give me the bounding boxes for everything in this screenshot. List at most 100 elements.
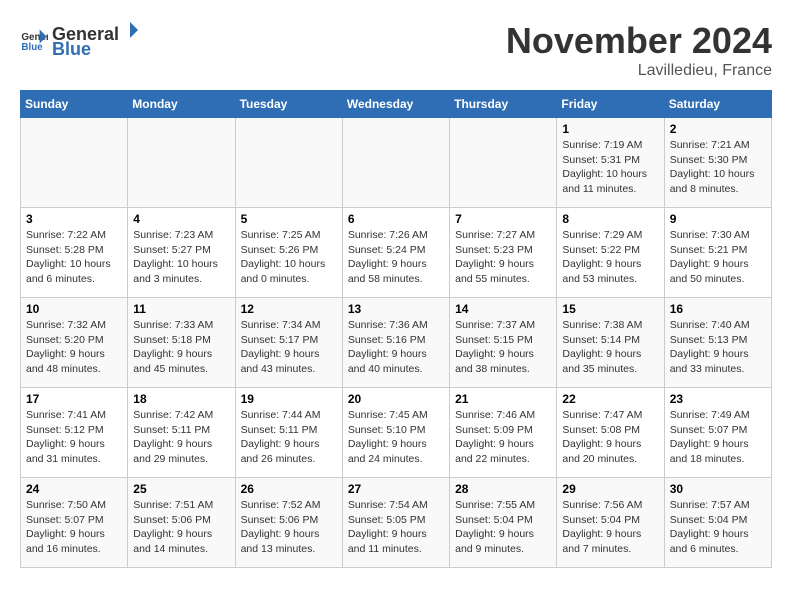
calendar-cell: 3Sunrise: 7:22 AMSunset: 5:28 PMDaylight… [21,208,128,298]
calendar-cell: 11 Sunrise: 7:33 AMSunset: 5:18 PMDayligh… [128,298,235,388]
calendar-cell: 18Sunrise: 7:42 AMSunset: 5:11 PMDayligh… [128,388,235,478]
day-number: 1 [562,122,658,136]
calendar-cell: 22 Sunrise: 7:47 AMSunset: 5:08 PMDayligh… [557,388,664,478]
day-number: 29 [562,482,658,496]
day-number: 21 [455,392,551,406]
day-number: 25 [133,482,229,496]
calendar-cell: 16 Sunrise: 7:40 AMSunset: 5:13 PMDayligh… [664,298,771,388]
day-info: Sunrise: 7:23 AMSunset: 5:27 PMDaylight:… [133,228,229,287]
logo-icon: General Blue [20,26,48,54]
day-info: Sunrise: 7:30 AMSunset: 5:21 PMDaylight:… [670,228,766,287]
day-info: Sunrise: 7:29 AMSunset: 5:22 PMDaylight:… [562,228,658,287]
day-number: 28 [455,482,551,496]
calendar-cell: 12Sunrise: 7:34 AMSunset: 5:17 PMDayligh… [235,298,342,388]
day-number: 5 [241,212,337,226]
day-info: Sunrise: 7:40 AMSunset: 5:13 PMDaylight:… [670,318,766,377]
calendar-cell: 14 Sunrise: 7:37 AMSunset: 5:15 PMDayligh… [450,298,557,388]
calendar-cell [128,118,235,208]
day-number: 13 [348,302,444,316]
day-info: Sunrise: 7:33 AMSunset: 5:18 PMDaylight:… [133,318,229,377]
day-info: Sunrise: 7:27 AMSunset: 5:23 PMDaylight:… [455,228,551,287]
day-info: Sunrise: 7:55 AMSunset: 5:04 PMDaylight:… [455,498,551,557]
day-info: Sunrise: 7:25 AMSunset: 5:26 PMDaylight:… [241,228,337,287]
calendar-cell [235,118,342,208]
calendar-cell: 20 Sunrise: 7:45 AMSunset: 5:10 PMDayligh… [342,388,449,478]
calendar-cell: 29 Sunrise: 7:56 AMSunset: 5:04 PMDayligh… [557,478,664,568]
day-number: 16 [670,302,766,316]
day-info: Sunrise: 7:37 AMSunset: 5:15 PMDaylight:… [455,318,551,377]
day-number: 17 [26,392,122,406]
weekday-header-thursday: Thursday [450,91,557,118]
calendar-cell: 23 Sunrise: 7:49 AMSunset: 5:07 PMDayligh… [664,388,771,478]
weekday-header-tuesday: Tuesday [235,91,342,118]
day-number: 24 [26,482,122,496]
calendar-week-row: 3Sunrise: 7:22 AMSunset: 5:28 PMDaylight… [21,208,772,298]
header: General Blue General Blue November 2024 … [20,20,772,80]
calendar-cell [450,118,557,208]
day-number: 10 [26,302,122,316]
calendar-week-row: 17 Sunrise: 7:41 AMSunset: 5:12 PMDayligh… [21,388,772,478]
day-info: Sunrise: 7:56 AMSunset: 5:04 PMDaylight:… [562,498,658,557]
day-info: Sunrise: 7:26 AMSunset: 5:24 PMDaylight:… [348,228,444,287]
day-info: Sunrise: 7:46 AMSunset: 5:09 PMDaylight:… [455,408,551,467]
day-number: 9 [670,212,766,226]
weekday-header-row: SundayMondayTuesdayWednesdayThursdayFrid… [21,91,772,118]
day-number: 23 [670,392,766,406]
day-number: 26 [241,482,337,496]
day-number: 11 [133,302,229,316]
svg-text:Blue: Blue [21,42,43,53]
day-info: Sunrise: 7:52 AMSunset: 5:06 PMDaylight:… [241,498,337,557]
calendar-cell: 17 Sunrise: 7:41 AMSunset: 5:12 PMDayligh… [21,388,128,478]
calendar-cell: 27Sunrise: 7:54 AMSunset: 5:05 PMDayligh… [342,478,449,568]
day-number: 20 [348,392,444,406]
day-number: 30 [670,482,766,496]
calendar-cell: 10 Sunrise: 7:32 AMSunset: 5:20 PMDayligh… [21,298,128,388]
day-info: Sunrise: 7:36 AMSunset: 5:16 PMDaylight:… [348,318,444,377]
calendar-cell: 5 Sunrise: 7:25 AMSunset: 5:26 PMDaylight… [235,208,342,298]
day-info: Sunrise: 7:41 AMSunset: 5:12 PMDaylight:… [26,408,122,467]
day-info: Sunrise: 7:49 AMSunset: 5:07 PMDaylight:… [670,408,766,467]
calendar-cell: 21 Sunrise: 7:46 AMSunset: 5:09 PMDayligh… [450,388,557,478]
calendar-cell: 13 Sunrise: 7:36 AMSunset: 5:16 PMDayligh… [342,298,449,388]
day-info: Sunrise: 7:47 AMSunset: 5:08 PMDaylight:… [562,408,658,467]
day-number: 4 [133,212,229,226]
day-info: Sunrise: 7:51 AMSunset: 5:06 PMDaylight:… [133,498,229,557]
weekday-header-sunday: Sunday [21,91,128,118]
title-area: November 2024 Lavilledieu, France [506,20,772,80]
calendar-week-row: 1 Sunrise: 7:19 AMSunset: 5:31 PMDaylight… [21,118,772,208]
day-number: 12 [241,302,337,316]
weekday-header-monday: Monday [128,91,235,118]
day-number: 27 [348,482,444,496]
weekday-header-wednesday: Wednesday [342,91,449,118]
location-title: Lavilledieu, France [506,62,772,80]
calendar-cell [342,118,449,208]
calendar-cell: 30 Sunrise: 7:57 AMSunset: 5:04 PMDayligh… [664,478,771,568]
day-info: Sunrise: 7:57 AMSunset: 5:04 PMDaylight:… [670,498,766,557]
calendar-cell [21,118,128,208]
day-info: Sunrise: 7:21 AMSunset: 5:30 PMDaylight:… [670,138,766,197]
calendar-cell: 25 Sunrise: 7:51 AMSunset: 5:06 PMDayligh… [128,478,235,568]
logo: General Blue General Blue [20,20,141,60]
calendar-cell: 6Sunrise: 7:26 AMSunset: 5:24 PMDaylight… [342,208,449,298]
weekday-header-friday: Friday [557,91,664,118]
calendar-header: SundayMondayTuesdayWednesdayThursdayFrid… [21,91,772,118]
day-info: Sunrise: 7:32 AMSunset: 5:20 PMDaylight:… [26,318,122,377]
day-info: Sunrise: 7:22 AMSunset: 5:28 PMDaylight:… [26,228,122,287]
day-info: Sunrise: 7:50 AMSunset: 5:07 PMDaylight:… [26,498,122,557]
calendar-week-row: 10 Sunrise: 7:32 AMSunset: 5:20 PMDayligh… [21,298,772,388]
day-number: 15 [562,302,658,316]
calendar-body: 1 Sunrise: 7:19 AMSunset: 5:31 PMDaylight… [21,118,772,568]
day-number: 2 [670,122,766,136]
day-number: 14 [455,302,551,316]
calendar-cell: 19 Sunrise: 7:44 AMSunset: 5:11 PMDayligh… [235,388,342,478]
calendar-cell: 26 Sunrise: 7:52 AMSunset: 5:06 PMDayligh… [235,478,342,568]
day-info: Sunrise: 7:19 AMSunset: 5:31 PMDaylight:… [562,138,658,197]
day-number: 8 [562,212,658,226]
calendar-cell: 2 Sunrise: 7:21 AMSunset: 5:30 PMDaylight… [664,118,771,208]
day-number: 22 [562,392,658,406]
day-number: 7 [455,212,551,226]
day-info: Sunrise: 7:45 AMSunset: 5:10 PMDaylight:… [348,408,444,467]
day-info: Sunrise: 7:44 AMSunset: 5:11 PMDaylight:… [241,408,337,467]
calendar-table: SundayMondayTuesdayWednesdayThursdayFrid… [20,90,772,568]
day-number: 19 [241,392,337,406]
